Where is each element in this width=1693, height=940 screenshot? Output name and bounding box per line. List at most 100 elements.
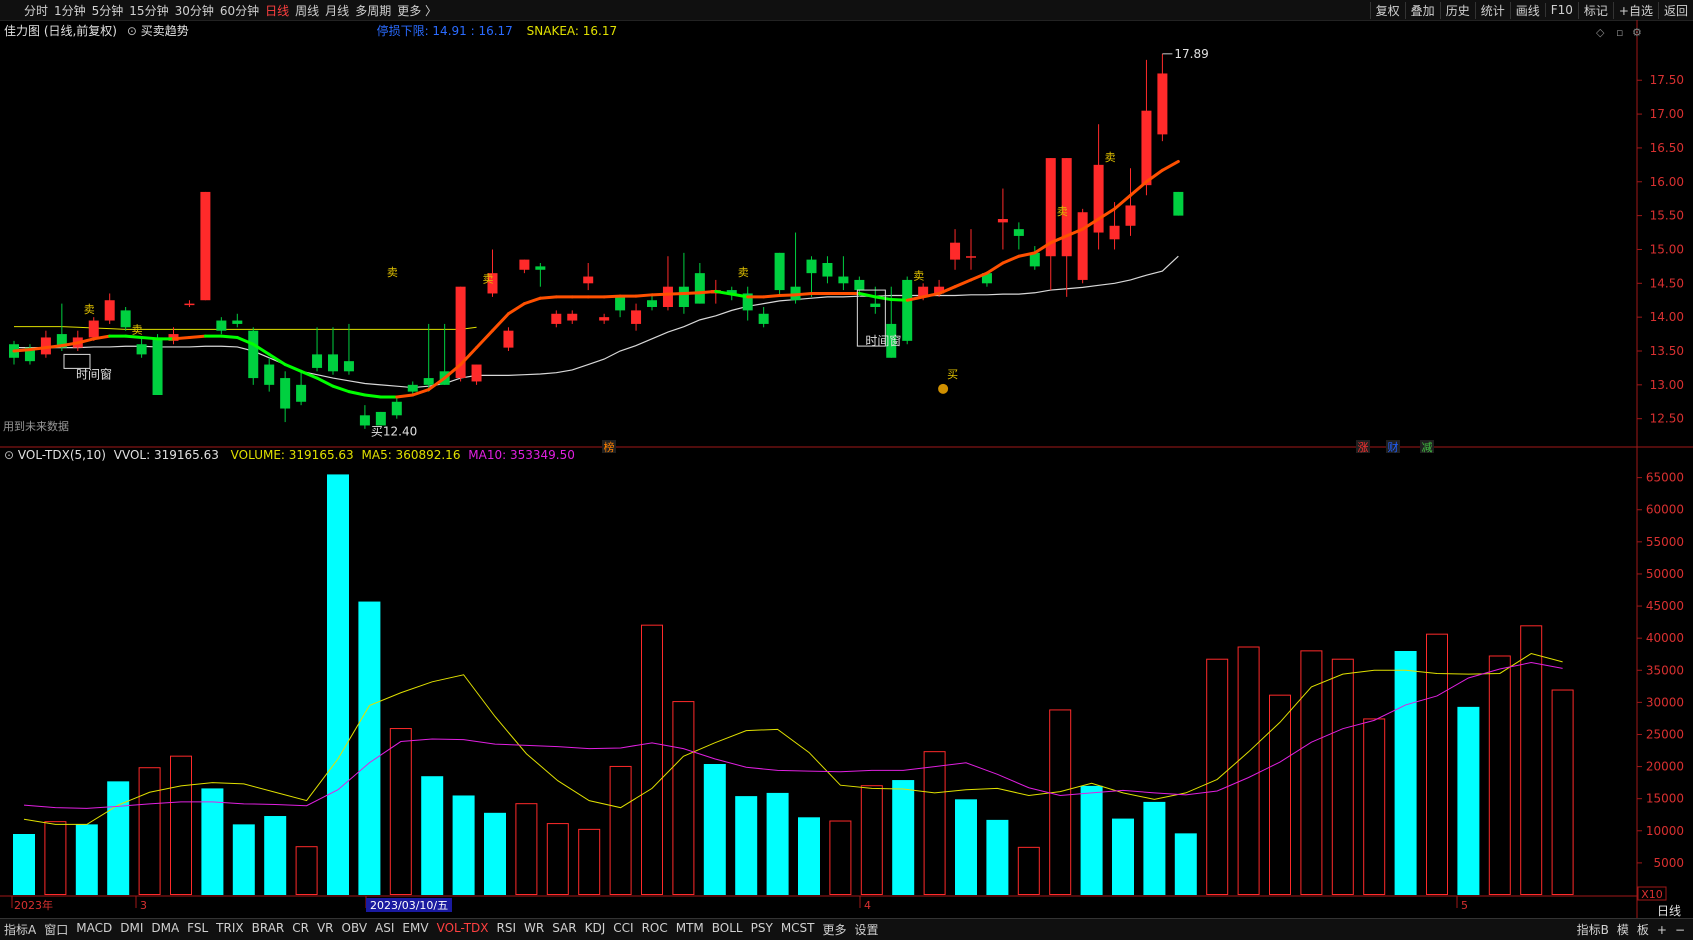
ma5-value: MA5: 360892.16: [361, 448, 461, 462]
candle-body-17: [280, 378, 291, 409]
period-tab-5[interactable]: 60分钟: [220, 2, 265, 19]
sell-signal-7: 卖: [738, 266, 749, 279]
indicator-tab-10[interactable]: EMV: [398, 921, 432, 938]
main-legend: 佳力图 (日线,前复权) ⊙ 买卖趋势 停损下限: 14.91 : 16.17 …: [4, 22, 617, 39]
volume-bar-48: [1520, 625, 1543, 895]
indicator-tab-5[interactable]: BRAR: [248, 921, 289, 938]
trend-segment-30: [491, 312, 510, 333]
indicator-tab-0[interactable]: MACD: [72, 921, 116, 938]
indicator-tab-9[interactable]: ASI: [371, 921, 398, 938]
time-window-box-1: [63, 353, 91, 369]
bottom-right-tab-2[interactable]: 板: [1633, 921, 1653, 938]
indicator-tab-6[interactable]: CR: [288, 921, 313, 938]
indicator-tab-16[interactable]: CCI: [609, 921, 637, 938]
indicator-tab-7[interactable]: VR: [313, 921, 338, 938]
date-label-4: 5: [1461, 899, 1468, 912]
indicator-circle-icon[interactable]: ⊙: [127, 24, 137, 38]
indicator-tab-21[interactable]: MCST: [777, 921, 819, 938]
indicator-tab-3[interactable]: FSL: [183, 921, 212, 938]
volume-tick-label-7: 40000: [1646, 631, 1684, 645]
date-label-1: 3: [140, 899, 147, 912]
indicator-tab-12[interactable]: RSI: [493, 921, 521, 938]
volume-bar-20: [641, 624, 663, 896]
sell-signal-3: 卖: [483, 273, 494, 286]
bottom-left-tab-0[interactable]: 指标A: [0, 921, 40, 938]
volume-bar-4: [138, 767, 161, 896]
indicator-tab-2[interactable]: DMA: [147, 921, 183, 938]
volume-value: VOLUME: 319165.63: [230, 448, 354, 462]
volume-tick-label-12: 65000: [1646, 471, 1684, 485]
period-tab-0[interactable]: 分时: [24, 2, 54, 19]
indicator-tab-17[interactable]: ROC: [638, 921, 672, 938]
indicator-tab-15[interactable]: KDJ: [581, 921, 610, 938]
indicator-tab-20[interactable]: PSY: [747, 921, 777, 938]
toolbar-action-7[interactable]: +自选: [1612, 1, 1658, 19]
candle-body-60: [966, 256, 976, 258]
indicator-tab-19[interactable]: BOLL: [708, 921, 747, 938]
ma10-value: MA10: 353349.50: [468, 448, 575, 462]
toolbar-action-0[interactable]: 复权: [1369, 1, 1405, 19]
toolbar-action-3[interactable]: 统计: [1474, 1, 1510, 19]
period-tab-3[interactable]: 15分钟: [129, 2, 174, 19]
price-tick-label-0: 12.50: [1650, 412, 1684, 426]
price-tick-label-9: 17.00: [1650, 107, 1684, 121]
future-data-note: 用到未来数据: [3, 420, 69, 433]
volume-bar-9: [295, 846, 318, 896]
date-label-2: 2023/03/10/五: [370, 899, 448, 912]
bottom-right-tab-3[interactable]: +: [1653, 923, 1671, 937]
indicator-tab-8[interactable]: OBV: [338, 921, 372, 938]
toolbar-action-8[interactable]: 返回: [1657, 1, 1693, 19]
event-marker-0: 榜: [604, 440, 615, 454]
candle-body-23: [375, 411, 386, 426]
indicator-tab-1[interactable]: DMI: [116, 921, 147, 938]
toolbar-action-5[interactable]: F10: [1544, 3, 1578, 17]
indicator-tab-11[interactable]: VOL-TDX: [433, 921, 493, 938]
toolbar-action-4[interactable]: 画线: [1509, 1, 1545, 19]
period-tab-10[interactable]: 更多 〉: [397, 2, 443, 19]
period-tab-9[interactable]: 多周期: [355, 2, 397, 19]
toolbar-action-2[interactable]: 历史: [1439, 1, 1475, 19]
collapse-icon[interactable]: ⊙: [4, 448, 14, 462]
trend-segment-8: [140, 335, 160, 341]
indicator-tab-4[interactable]: TRIX: [212, 921, 247, 938]
trend-segment-11: [187, 334, 207, 339]
trend-segment-61: [985, 261, 1005, 275]
period-tab-6[interactable]: 日线: [265, 2, 295, 19]
volume-bar-44: [1394, 651, 1417, 895]
stock-chart[interactable]: 12.50 13.00 13.50 14.00 14.50 15.00 15.50 16.00…: [0, 20, 1693, 918]
indicator-tab-23[interactable]: 设置: [851, 921, 883, 938]
indicator-tab-14[interactable]: SAR: [548, 921, 580, 938]
candle-body-29: [471, 364, 482, 382]
bottom-right-tab-4[interactable]: −: [1671, 923, 1689, 937]
toolbar-action-1[interactable]: 叠加: [1404, 1, 1440, 19]
volume-bar-3: [107, 781, 130, 895]
volume-bar-43: [1363, 718, 1386, 896]
candle-body-6: [104, 300, 115, 321]
volume-bar-38: [1206, 658, 1229, 895]
volume-bar-18: [578, 828, 601, 895]
indicator-tab-13[interactable]: WR: [520, 921, 548, 938]
bottom-left-tab-1[interactable]: 窗口: [40, 921, 72, 938]
bottom-right-tab-1[interactable]: 模: [1613, 921, 1633, 938]
volume-tick-label-8: 45000: [1646, 599, 1684, 613]
indicator-tab-18[interactable]: MTM: [672, 921, 708, 938]
volume-bar-42: [1331, 658, 1354, 895]
period-tab-1[interactable]: 1分钟: [54, 2, 92, 19]
volume-tick-label-10: 55000: [1646, 535, 1684, 549]
volume-indicator-title[interactable]: VOL-TDX(5,10): [18, 448, 106, 462]
bottom-right-tab-0[interactable]: 指标B: [1573, 921, 1613, 938]
candle-body-26: [423, 378, 434, 385]
sell-signal-6: 卖: [1105, 151, 1116, 164]
volume-legend: ⊙ VOL-TDX(5,10) VVOL: 319165.63 VOLUME: …: [4, 448, 575, 462]
period-tab-7[interactable]: 周线: [295, 2, 325, 19]
vvol-value: VVOL: 319165.63: [113, 448, 219, 462]
period-tab-4[interactable]: 30分钟: [175, 2, 220, 19]
toolbar-action-6[interactable]: 标记: [1577, 1, 1613, 19]
time-window-label-2: 时间窗: [865, 334, 901, 348]
period-tab-8[interactable]: 月线: [325, 2, 355, 19]
event-marker-1: 涨: [1358, 441, 1369, 454]
indicator-tab-22[interactable]: 更多: [819, 921, 851, 938]
volume-bar-29: [923, 751, 946, 895]
period-tab-2[interactable]: 5分钟: [92, 2, 130, 19]
indicator-name[interactable]: 买卖趋势: [141, 24, 189, 38]
